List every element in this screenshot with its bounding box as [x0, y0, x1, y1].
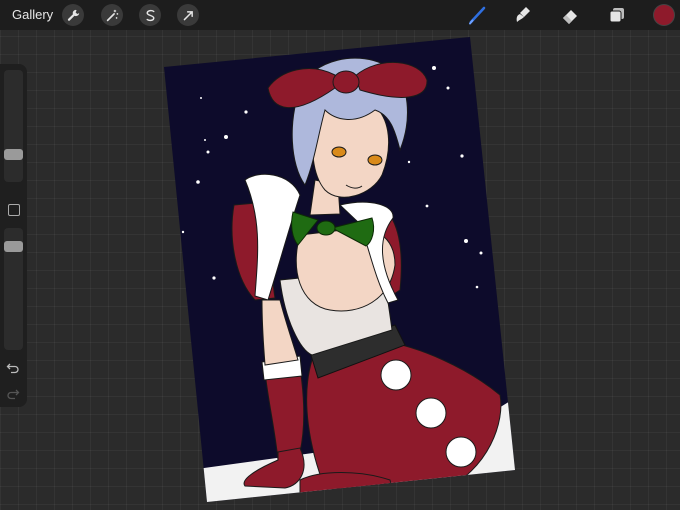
- drawing-canvas[interactable]: [0, 0, 680, 510]
